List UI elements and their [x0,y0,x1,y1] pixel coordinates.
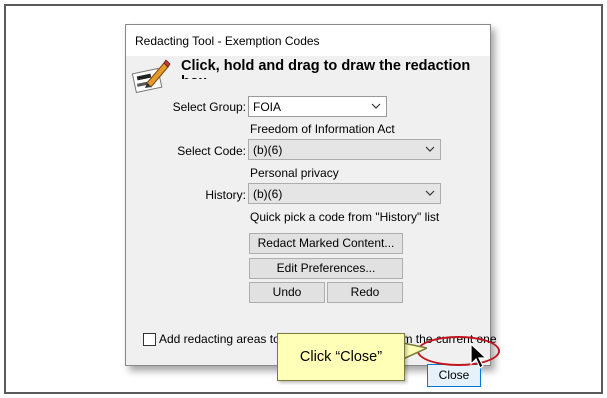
dialog-body: Click, hold and drag to draw the redacti… [126,56,497,387]
select-group-label: Select Group: [172,100,246,114]
history-label: History: [205,188,246,202]
select-code-description: Personal privacy [250,166,339,180]
select-code-dropdown[interactable]: (b)(6) [248,139,441,160]
redo-button[interactable]: Redo [327,282,403,303]
edit-preferences-button[interactable]: Edit Preferences... [249,258,403,279]
select-group-value: FOIA [253,100,282,114]
redact-marked-content-button[interactable]: Redact Marked Content... [249,233,403,254]
chevron-down-icon [425,190,435,196]
select-group-dropdown[interactable]: FOIA [248,96,387,117]
add-to-every-page-checkbox[interactable] [143,333,156,346]
redacting-tool-dialog: Redacting Tool - Exemption Codes Click, … [125,24,497,387]
undo-button[interactable]: Undo [249,282,325,303]
history-dropdown[interactable]: (b)(6) [248,183,441,204]
history-description: Quick pick a code from "History" list [250,210,440,224]
mouse-cursor-icon [470,343,488,369]
dialog-titlebar: Redacting Tool - Exemption Codes [126,25,490,56]
redaction-pen-icon [131,59,171,93]
instruction-callout: Click “Close” [277,333,405,381]
dialog-title: Redacting Tool - Exemption Codes [135,34,320,48]
select-code-label: Select Code: [177,144,246,158]
callout-pointer [403,342,427,360]
select-code-value: (b)(6) [253,143,283,157]
instruction-text: Click, hold and drag to draw the redacti… [181,58,471,79]
history-value: (b)(6) [253,187,283,201]
select-group-description: Freedom of Information Act [250,122,395,136]
chevron-down-icon [425,146,435,152]
chevron-down-icon [371,103,381,109]
